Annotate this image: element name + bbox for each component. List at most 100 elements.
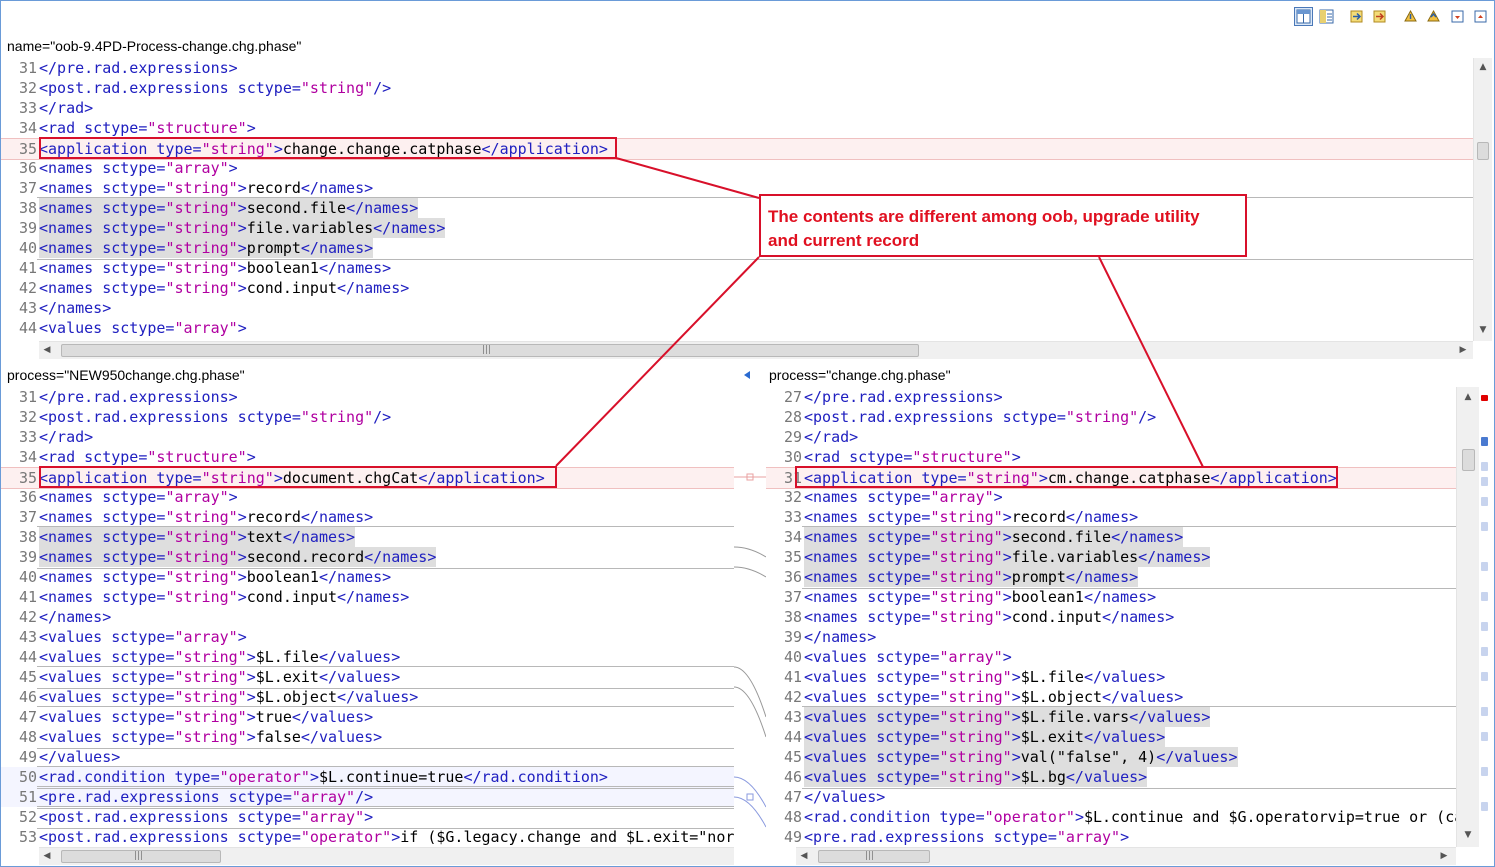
next-change-icon[interactable] [1448, 7, 1467, 26]
code-line[interactable]: 33 </rad> [1, 98, 1473, 118]
change-marker[interactable] [1481, 622, 1488, 631]
code-line[interactable]: 46 <values sctype="string">$L.bg</values> [766, 767, 1456, 787]
change-marker[interactable] [1481, 522, 1488, 531]
scroll-left-icon[interactable]: ◀ [798, 850, 810, 862]
code-line[interactable]: 38 <names sctype="string">cond.input</nam… [766, 607, 1456, 627]
code-line[interactable]: 32 <post.rad.expressions sctype="string"/… [1, 78, 1473, 98]
code-line[interactable]: 42 <names sctype="string">cond.input</nam… [1, 278, 1473, 298]
overview-ruler[interactable] [1479, 387, 1494, 847]
code-line[interactable]: 31 </pre.rad.expressions> [1, 58, 1473, 78]
change-marker[interactable] [1481, 647, 1488, 656]
top-vertical-scrollbar[interactable]: ▲ ▼ [1473, 58, 1492, 341]
change-marker[interactable] [1481, 477, 1488, 486]
code-line[interactable]: 35 <names sctype="string">file.variables<… [766, 547, 1456, 567]
code-line[interactable]: 39 <names sctype="string">file.variables<… [1, 218, 1473, 238]
code-line[interactable]: 31 </pre.rad.expressions> [1, 387, 734, 407]
previous-diff-icon[interactable] [1424, 7, 1443, 26]
code-line[interactable]: 45 <values sctype="string">$L.exit</value… [1, 667, 734, 687]
code-line[interactable]: 40 <names sctype="string">boolean1</names… [1, 567, 734, 587]
code-line[interactable]: 38 <names sctype="string">text</names> [1, 527, 734, 547]
code-line[interactable]: 47 <values sctype="string">true</values> [1, 707, 734, 727]
code-line[interactable]: 53 <post.rad.expressions sctype="operator… [1, 827, 734, 847]
code-line[interactable]: 39 </names> [766, 627, 1456, 647]
code-line[interactable]: 39 <names sctype="string">second.record</… [1, 547, 734, 567]
code-line[interactable]: 52 <post.rad.expressions sctype="array"> [1, 807, 734, 827]
scroll-up-icon[interactable]: ▲ [1477, 61, 1489, 73]
code-line[interactable]: 47 </values> [766, 787, 1456, 807]
change-marker[interactable] [1481, 767, 1488, 776]
code-line[interactable]: 30 <rad sctype="structure"> [766, 447, 1456, 467]
change-marker[interactable] [1481, 732, 1488, 741]
copy-left-icon[interactable] [1347, 7, 1366, 26]
change-marker[interactable] [1481, 802, 1488, 811]
left-horizontal-thumb[interactable]: ||| [61, 850, 221, 863]
right-horizontal-scrollbar[interactable]: ◀ ||| ▶ [796, 847, 1456, 865]
code-line[interactable]: 33 <names sctype="string">record</names> [766, 507, 1456, 527]
change-marker[interactable] [1481, 562, 1488, 571]
code-line[interactable]: 44 <values sctype="array"> [1, 318, 1473, 338]
code-line[interactable]: 43 <values sctype="string">$L.file.vars</… [766, 707, 1456, 727]
layout-split-icon[interactable] [1317, 7, 1336, 26]
code-line[interactable]: 32 <names sctype="array"> [766, 487, 1456, 507]
scroll-right-icon[interactable]: ▶ [1457, 344, 1469, 356]
code-line[interactable]: 32 <post.rad.expressions sctype="string"/… [1, 407, 734, 427]
next-diff-icon[interactable] [1401, 7, 1420, 26]
code-line[interactable]: 40 <values sctype="array"> [766, 647, 1456, 667]
code-line[interactable]: 41 <names sctype="string">boolean1</names… [1, 258, 1473, 278]
code-line[interactable]: 46 <values sctype="string">$L.object</val… [1, 687, 734, 707]
change-marker[interactable] [1481, 672, 1488, 681]
code-line[interactable]: 49 </values> [1, 747, 734, 767]
right-code-area[interactable]: 27 </pre.rad.expressions> 28 <post.rad.expr… [766, 387, 1456, 847]
code-line[interactable]: 48 <values sctype="string">false</values> [1, 727, 734, 747]
code-line[interactable]: 48 <rad.condition type="operator">$L.cont… [766, 807, 1456, 827]
code-line[interactable]: 38 <names sctype="string">second.file</na… [1, 198, 1473, 218]
top-code-area[interactable]: 31 </pre.rad.expressions> 32 <post.rad.expr… [1, 58, 1473, 341]
copy-to-left-icon[interactable] [741, 367, 755, 381]
scroll-down-icon[interactable]: ▼ [1462, 829, 1474, 841]
code-line[interactable]: 50 <rad.condition type="operator">$L.cont… [1, 767, 734, 787]
code-line[interactable]: 36 <names sctype="array"> [1, 487, 734, 507]
scroll-left-icon[interactable]: ◀ [41, 850, 53, 862]
change-marker[interactable] [1481, 395, 1488, 401]
scroll-left-icon[interactable]: ◀ [41, 344, 53, 356]
layout-toggle-icon[interactable] [1294, 7, 1313, 26]
top-horizontal-thumb[interactable]: ||| [61, 344, 919, 357]
code-line[interactable]: 34 <rad sctype="structure"> [1, 118, 1473, 138]
right-horizontal-thumb[interactable]: ||| [818, 850, 930, 863]
scroll-down-icon[interactable]: ▼ [1477, 324, 1489, 336]
code-line[interactable]: 40 <names sctype="string">prompt</names> [1, 238, 1473, 258]
code-line[interactable]: 36 <names sctype="string">prompt</names> [766, 567, 1456, 587]
code-line[interactable]: 28 <post.rad.expressions sctype="string"/… [766, 407, 1456, 427]
left-code-area[interactable]: 31 </pre.rad.expressions> 32 <post.rad.expr… [1, 387, 734, 847]
copy-right-icon[interactable] [1370, 7, 1389, 26]
code-line[interactable]: 41 <names sctype="string">cond.input</nam… [1, 587, 734, 607]
code-line[interactable]: 42 <values sctype="string">$L.object</val… [766, 687, 1456, 707]
right-vertical-thumb[interactable] [1462, 449, 1475, 471]
code-line[interactable]: 27 </pre.rad.expressions> [766, 387, 1456, 407]
code-line[interactable]: 42 </names> [1, 607, 734, 627]
code-line[interactable]: 37 <names sctype="string">boolean1</names… [766, 587, 1456, 607]
change-marker[interactable] [1481, 497, 1488, 506]
scroll-right-icon[interactable]: ▶ [1438, 850, 1450, 862]
previous-change-icon[interactable] [1471, 7, 1490, 26]
code-line[interactable]: 33 </rad> [1, 427, 734, 447]
code-line[interactable]: 34 <rad sctype="structure"> [1, 447, 734, 467]
change-marker[interactable] [1481, 437, 1488, 446]
code-line[interactable]: 43 </names> [1, 298, 1473, 318]
code-line[interactable]: 29 </rad> [766, 427, 1456, 447]
code-line[interactable]: 44 <values sctype="string">$L.file</value… [1, 647, 734, 667]
top-horizontal-scrollbar[interactable]: ◀ ||| ▶ [39, 341, 1473, 359]
scroll-up-icon[interactable]: ▲ [1462, 391, 1474, 403]
code-line[interactable]: 43 <values sctype="array"> [1, 627, 734, 647]
change-marker[interactable] [1481, 707, 1488, 716]
code-line[interactable]: 37 <names sctype="string">record</names> [1, 507, 734, 527]
code-line[interactable]: 51 <pre.rad.expressions sctype="array"/> [1, 787, 734, 807]
left-horizontal-scrollbar[interactable]: ◀ ||| [39, 847, 734, 865]
code-line[interactable]: 34 <names sctype="string">second.file</na… [766, 527, 1456, 547]
change-marker[interactable] [1481, 592, 1488, 601]
code-line[interactable]: 45 <values sctype="string">val("false", 4… [766, 747, 1456, 767]
code-line[interactable]: 44 <values sctype="string">$L.exit</value… [766, 727, 1456, 747]
code-line[interactable]: 36 <names sctype="array"> [1, 158, 1473, 178]
change-marker[interactable] [1481, 462, 1488, 471]
code-line[interactable]: 49 <pre.rad.expressions sctype="array"> [766, 827, 1456, 847]
